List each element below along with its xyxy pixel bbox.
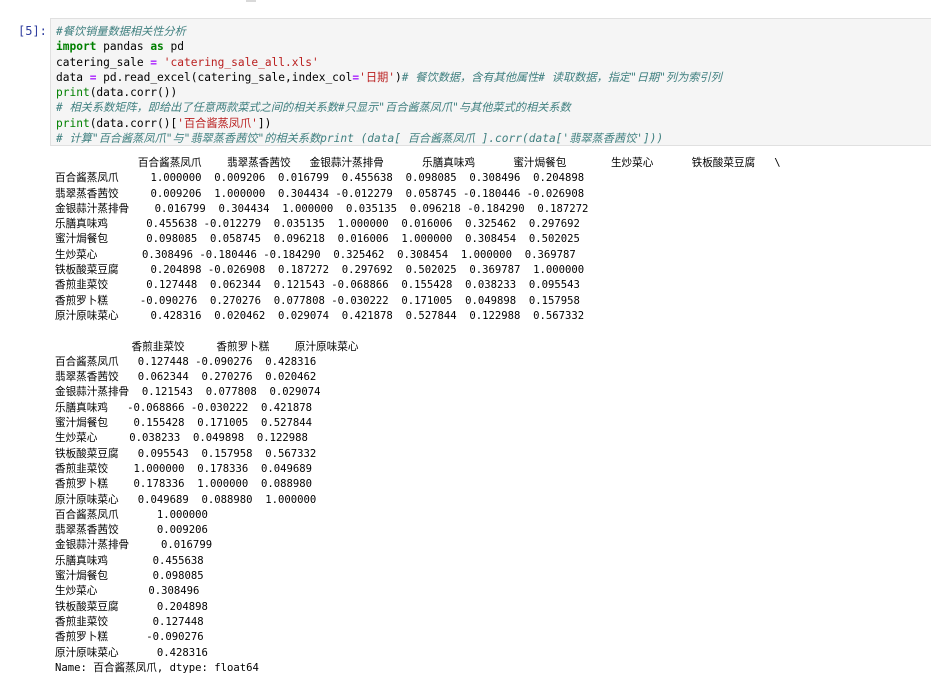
dataframe-row: 原汁原味菜心 0.428316 0.020462 0.029074 0.4218…: [55, 309, 585, 322]
previous-cell-edge: [246, 0, 256, 5]
series-row: 原汁原味菜心 0.428316: [55, 646, 208, 659]
notebook-cell[interactable]: [5]: #餐饮销量数据相关性分析 import pandas as pd ca…: [0, 16, 931, 681]
dataframe-row: 蜜汁焗餐包 0.155428 0.171005 0.527844: [55, 417, 313, 430]
code-text: pd: [163, 40, 185, 54]
code-text: pd.read_excel(catering_sale,index_col: [96, 70, 353, 84]
series-row: 金银蒜汁蒸排骨 0.016799: [55, 539, 213, 552]
dataframe-row: 蜜汁焗餐包 0.098085 0.058745 0.096218 0.01600…: [55, 233, 580, 246]
cell-output: 百合酱蒸凤爪 翡翠蒸香茜饺 金银蒜汁蒸排骨 乐膳真味鸡 蜜汁焗餐包 生炒菜心 铁…: [55, 156, 781, 676]
code-string: '百合酱蒸凤爪': [177, 116, 258, 130]
code-comment: #餐饮销量数据相关性分析: [56, 25, 186, 38]
dataframe-row: 香煎韭菜饺 1.000000 0.178336 0.049689: [55, 462, 313, 475]
code-builtin: print: [56, 86, 90, 100]
code-string: '日期': [359, 70, 395, 84]
code-keyword: as: [150, 40, 164, 54]
dataframe-header: 香煎韭菜饺 香煎罗卜糕 原汁原味菜心: [55, 340, 359, 353]
series-row: 铁板酸菜豆腐 0.204898: [55, 600, 208, 613]
series-row: 乐膳真味鸡 0.455638: [55, 554, 204, 567]
dataframe-row: 生炒菜心 0.038233 0.049898 0.122988: [55, 432, 308, 445]
code-text: ]): [257, 116, 272, 130]
dataframe-row: 翡翠蒸香茜饺 0.062344 0.270276 0.020462: [55, 371, 317, 384]
series-row: 生炒菜心 0.308496: [55, 585, 200, 598]
dataframe-row: 翡翠蒸香茜饺 0.009206 1.000000 0.304434 -0.012…: [55, 187, 585, 200]
dataframe-row: 乐膳真味鸡 0.455638 -0.012279 0.035135 1.0000…: [55, 218, 580, 231]
dataframe-row: 百合酱蒸凤爪 1.000000 0.009206 0.016799 0.4556…: [55, 172, 585, 185]
code-input-area[interactable]: #餐饮销量数据相关性分析 import pandas as pd caterin…: [50, 18, 931, 146]
code-comment: # 计算"百合酱蒸凤爪"与"翡翠蒸香茜饺"的相关系数print (data[ 百…: [56, 132, 664, 146]
code-string: 'catering_sale_all.xls': [157, 55, 319, 69]
code-editor[interactable]: #餐饮销量数据相关性分析 import pandas as pd caterin…: [56, 24, 722, 146]
series-row: 百合酱蒸凤爪 1.000000: [55, 508, 208, 521]
dataframe-row: 香煎罗卜糕 -0.090276 0.270276 0.077808 -0.030…: [55, 294, 580, 307]
series-row: 香煎罗卜糕 -0.090276: [55, 631, 204, 644]
series-row: 翡翠蒸香茜饺 0.009206: [55, 524, 208, 537]
dataframe-header: 百合酱蒸凤爪 翡翠蒸香茜饺 金银蒜汁蒸排骨 乐膳真味鸡 蜜汁焗餐包 生炒菜心 铁…: [55, 157, 781, 169]
code-text: (data.corr()[: [89, 116, 178, 130]
code-text: catering_sale: [56, 55, 151, 69]
dataframe-row: 香煎罗卜糕 0.178336 1.000000 0.088980: [55, 478, 313, 491]
code-comment: # 相关系数矩阵，即给出了任意两款菜式之间的相关系数#只显示"百合酱蒸凤爪"与其…: [56, 101, 571, 115]
dataframe-row: 金银蒜汁蒸排骨 0.016799 0.304434 1.000000 0.035…: [55, 202, 589, 215]
dataframe-row: 金银蒜汁蒸排骨 0.121543 0.077808 0.029074: [55, 386, 321, 399]
series-row: 蜜汁焗餐包 0.098085: [55, 570, 204, 583]
dataframe-row: 香煎韭菜饺 0.127448 0.062344 0.121543 -0.0688…: [55, 279, 580, 292]
code-text: data: [56, 70, 90, 84]
code-text: ): [395, 70, 402, 84]
code-text: (data.corr()): [89, 86, 178, 100]
dataframe-row: 铁板酸菜豆腐 0.204898 -0.026908 0.187272 0.297…: [55, 264, 585, 277]
dataframe-row: 生炒菜心 0.308496 -0.180446 -0.184290 0.3254…: [55, 248, 576, 261]
dataframe-row: 原汁原味菜心 0.049689 0.088980 1.000000: [55, 493, 317, 506]
dataframe-row: 铁板酸菜豆腐 0.095543 0.157958 0.567332: [55, 447, 317, 460]
code-keyword: import: [56, 40, 97, 54]
series-footer: Name: 百合酱蒸凤爪, dtype: float64: [55, 661, 259, 674]
code-text: pandas: [96, 40, 151, 54]
execution-count: [5]:: [18, 24, 47, 38]
dataframe-row: 乐膳真味鸡 -0.068866 -0.030222 0.421878: [55, 401, 313, 414]
series-row: 香煎韭菜饺 0.127448: [55, 615, 204, 628]
dataframe-row: 百合酱蒸凤爪 0.127448 -0.090276 0.428316: [55, 355, 317, 368]
code-comment: # 餐饮数据，含有其他属性# 读取数据，指定"日期"列为索引列: [401, 70, 722, 84]
code-builtin: print: [56, 116, 90, 130]
